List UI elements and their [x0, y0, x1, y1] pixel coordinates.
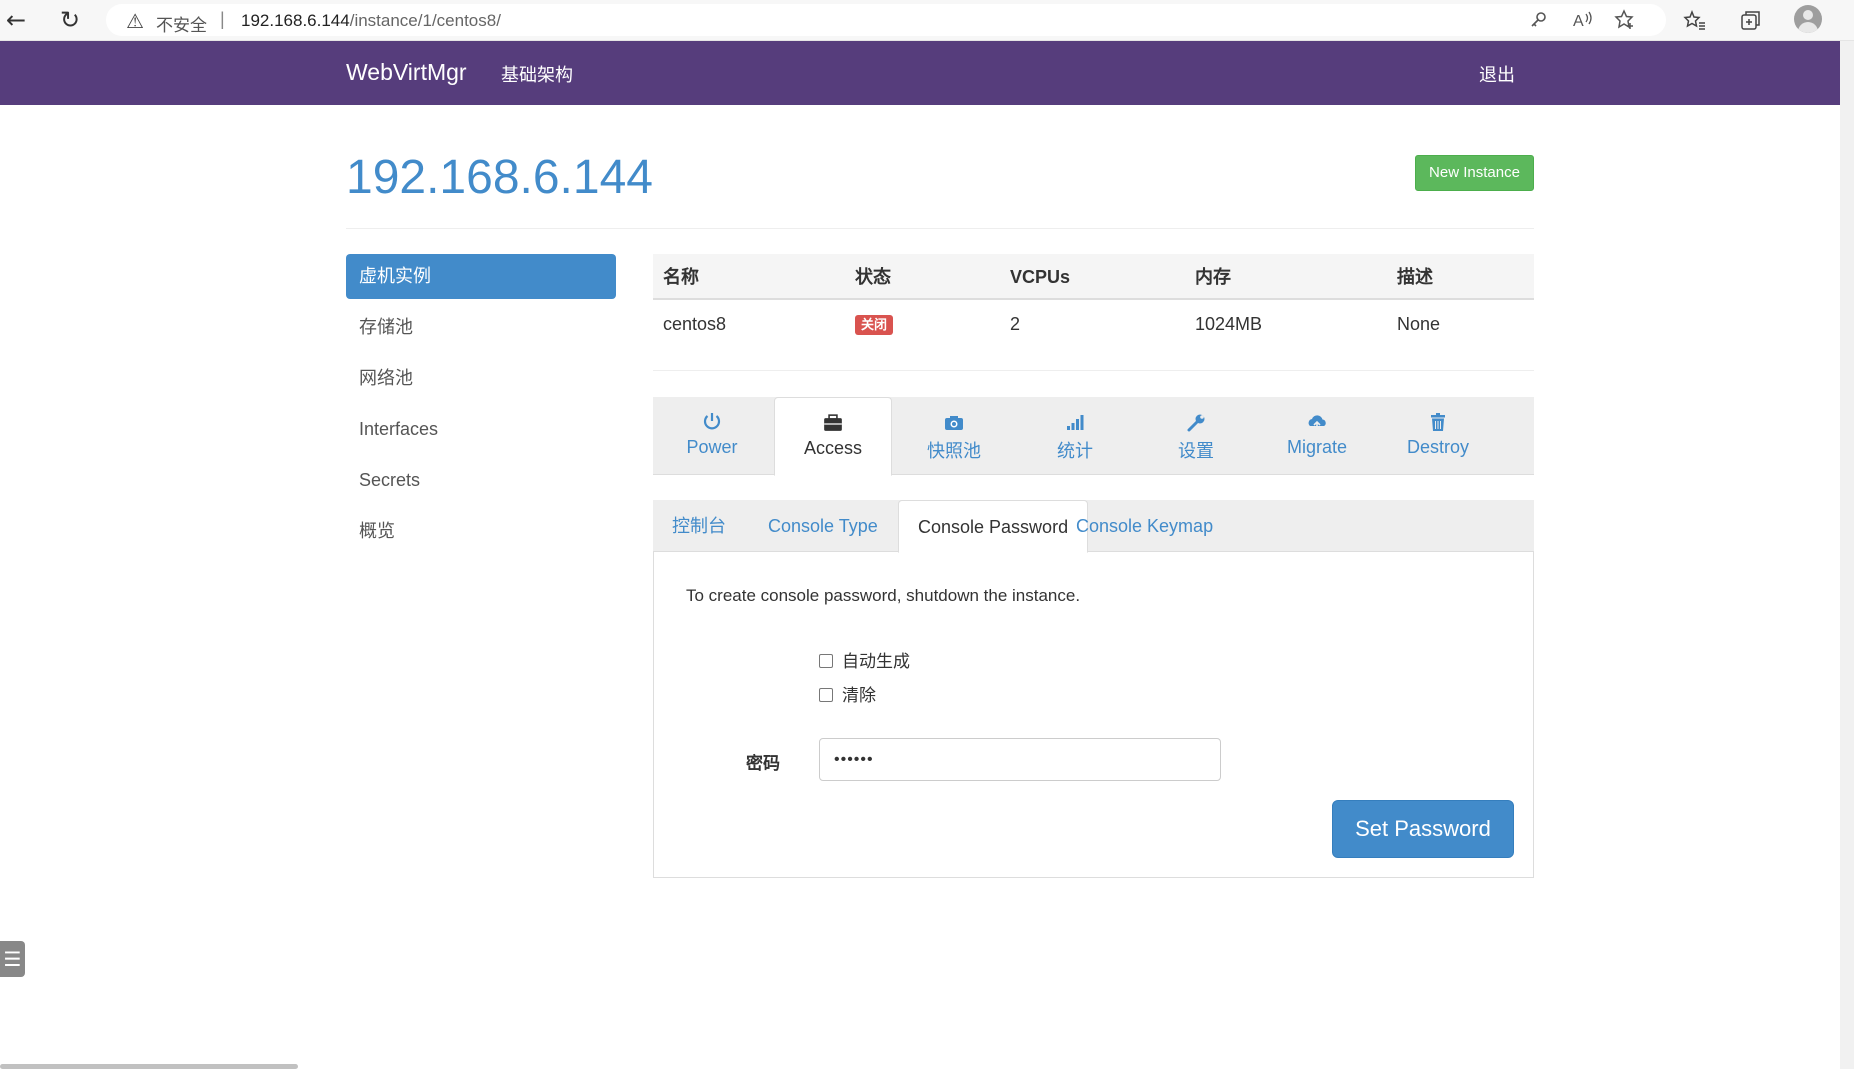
url-host: 192.168.6.144	[241, 11, 350, 30]
table-header: 名称 状态 VCPUs 内存 描述	[653, 254, 1534, 300]
shutdown-message: To create console password, shutdown the…	[686, 586, 1081, 605]
clear-option: 清除	[819, 681, 876, 706]
page-scrollbar[interactable]	[1840, 41, 1854, 1069]
sidebar: 虚机实例 存储池 网络池 Interfaces Secrets 概览	[346, 254, 616, 560]
sidebar-item-secrets[interactable]: Secrets	[346, 458, 616, 503]
tab-destroy[interactable]: Destroy	[1379, 397, 1497, 475]
sidebar-item-networks[interactable]: 网络池	[346, 356, 616, 401]
horizontal-scrollbar[interactable]	[0, 1064, 298, 1069]
svg-text:A: A	[1573, 13, 1584, 30]
sidebar-item-storage[interactable]: 存储池	[346, 305, 616, 350]
url-text[interactable]: 192.168.6.144/instance/1/centos8/	[241, 11, 501, 31]
status-cell: 关闭	[855, 300, 894, 348]
tab-snapshots-label: 快照池	[927, 441, 981, 461]
refresh-icon[interactable]: ↻	[56, 6, 84, 34]
set-password-button[interactable]: Set Password	[1332, 800, 1514, 858]
new-instance-button[interactable]: New Instance	[1415, 155, 1534, 191]
tab-migrate-label: Migrate	[1286, 437, 1348, 457]
brand-link[interactable]: WebVirtMgr	[346, 59, 467, 86]
clear-label: 清除	[842, 686, 876, 705]
nav-infrastructure[interactable]: 基础架构	[501, 61, 573, 87]
favorites-icon[interactable]	[1680, 6, 1708, 34]
console-tabs: 控制台 Console Type Console Password Consol…	[653, 500, 1534, 553]
col-status: 状态	[855, 267, 891, 287]
top-navbar: WebVirtMgr 基础架构 退出	[0, 41, 1840, 105]
collections-icon[interactable]	[1736, 6, 1764, 34]
wrench-icon	[1187, 414, 1205, 432]
browser-toolbar: ← ↻ ⚠ 不安全 | 192.168.6.144/instance/1/cen…	[0, 0, 1854, 41]
sidebar-item-instances[interactable]: 虚机实例	[346, 254, 616, 299]
url-path: /instance/1/centos8/	[349, 11, 501, 30]
warning-icon[interactable]: ⚠	[126, 9, 144, 33]
sidebar-item-interfaces[interactable]: Interfaces	[346, 407, 616, 452]
profile-avatar-icon[interactable]	[1794, 5, 1822, 33]
password-label: 密码	[746, 754, 780, 773]
tab-settings-label: 设置	[1178, 441, 1214, 461]
key-icon[interactable]	[1530, 11, 1548, 29]
logout-link[interactable]: 退出	[1479, 61, 1515, 87]
tab-access[interactable]: Access	[774, 397, 892, 476]
insecure-label[interactable]: 不安全	[156, 11, 207, 36]
instance-name: centos8	[663, 314, 727, 334]
tab-snapshots[interactable]: 快照池	[895, 397, 1013, 475]
camera-icon	[945, 416, 963, 430]
auto-generate-label: 自动生成	[842, 652, 910, 671]
tab-access-label: Access	[803, 438, 863, 458]
menu-handle-icon[interactable]: ☰	[0, 941, 25, 977]
instance-table: 名称 状态 VCPUs 内存 描述 centos8 关闭 2 1024MB No…	[653, 254, 1534, 348]
address-bar[interactable]: ⚠ 不安全 | 192.168.6.144/instance/1/centos8…	[106, 4, 1666, 36]
trash-icon	[1431, 413, 1445, 431]
col-vcpus: VCPUs	[1010, 267, 1071, 287]
address-separator: |	[220, 9, 225, 29]
tab-migrate[interactable]: Migrate	[1258, 397, 1376, 475]
tab-settings[interactable]: 设置	[1137, 397, 1255, 475]
add-favorite-icon[interactable]	[1614, 9, 1636, 31]
tab-console[interactable]: 控制台	[653, 500, 745, 552]
tab-power[interactable]: Power	[653, 397, 771, 475]
page-title: 192.168.6.144	[346, 151, 653, 204]
signal-icon	[1067, 415, 1084, 430]
tab-stats-label: 统计	[1057, 441, 1093, 461]
instance-description: None	[1397, 314, 1441, 334]
tab-stats[interactable]: 统计	[1016, 397, 1134, 475]
sidebar-item-overview[interactable]: 概览	[346, 509, 616, 554]
col-description: 描述	[1397, 267, 1433, 287]
col-name: 名称	[663, 267, 699, 287]
col-memory: 内存	[1195, 267, 1231, 287]
auto-generate-option: 自动生成	[819, 647, 910, 672]
tab-power-label: Power	[686, 437, 738, 457]
table-row: centos8 关闭 2 1024MB None	[653, 300, 1534, 348]
instance-memory: 1024MB	[1195, 314, 1263, 334]
password-input[interactable]	[819, 738, 1221, 781]
back-arrow-icon[interactable]: ←	[2, 6, 30, 34]
status-badge: 关闭	[855, 315, 894, 336]
power-icon	[703, 413, 721, 430]
console-password-panel: To create console password, shutdown the…	[653, 552, 1534, 878]
tab-console-type[interactable]: Console Type	[749, 500, 897, 552]
divider	[346, 228, 1534, 229]
cloud-upload-icon	[1308, 415, 1326, 430]
divider	[653, 370, 1534, 371]
read-aloud-icon[interactable]: A	[1573, 10, 1595, 30]
tab-destroy-label: Destroy	[1406, 437, 1469, 457]
briefcase-icon	[824, 414, 842, 431]
action-tabs: Power Access 快照池 统计 设置 Migrate Destroy	[653, 397, 1534, 476]
instance-vcpus: 2	[1010, 314, 1021, 334]
clear-checkbox[interactable]	[819, 688, 833, 702]
auto-generate-checkbox[interactable]	[819, 654, 833, 668]
tab-console-keymap[interactable]: Console Keymap	[1057, 500, 1232, 552]
